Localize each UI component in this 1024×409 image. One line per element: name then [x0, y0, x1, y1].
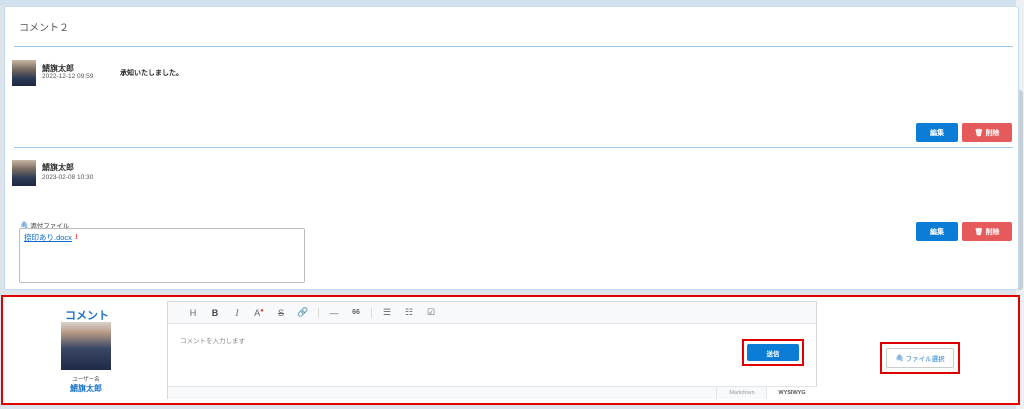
editor-toolbar: H B I A● S 🔗 — 66 ☰ ☷ ☑	[168, 302, 816, 324]
file-select-label: ファイル選択	[905, 356, 945, 363]
card-title: コメント２	[19, 23, 69, 34]
quote-icon[interactable]: 66	[345, 309, 367, 316]
delete-button[interactable]: 🗑 削除	[962, 222, 1012, 241]
wysiwyg-tab[interactable]: WYSIWYG	[766, 387, 817, 399]
send-button[interactable]: 送信	[747, 344, 799, 361]
comment-form-section: コメント ユーザー名 鯖旗太郎 H B I A● S 🔗 — 66 ☰ ☷ ☑ …	[1, 295, 1020, 405]
comment-input-placeholder[interactable]: コメントを入力します	[180, 335, 245, 345]
comment-date: 2022-12-12 09:59	[42, 73, 94, 80]
attachment-box: 捺印あり.docx ⭳	[19, 228, 305, 283]
trash-icon: 🗑	[974, 129, 984, 137]
comment-avatar	[12, 160, 36, 186]
italic-icon[interactable]: I	[226, 308, 248, 318]
text-color-icon[interactable]: A●	[248, 308, 270, 318]
comment-form-title: コメント	[65, 310, 109, 322]
edit-button[interactable]: 編集	[916, 222, 958, 241]
bullet-list-icon[interactable]: ☰	[376, 307, 398, 318]
delete-label: 削除	[985, 228, 1000, 236]
file-select-highlight: 🖇 ファイル選択	[880, 342, 960, 374]
attachment-file-link[interactable]: 捺印あり.docx	[24, 232, 72, 243]
comment-text: 承知いたしました。	[120, 70, 183, 77]
bold-icon[interactable]: B	[204, 308, 226, 318]
download-icon[interactable]: ⭳	[75, 231, 78, 245]
trash-icon: 🗑	[974, 228, 984, 236]
delete-button[interactable]: 🗑 削除	[962, 123, 1012, 142]
divider	[14, 46, 1013, 47]
send-highlight: 送信	[742, 339, 804, 366]
link-icon[interactable]: 🔗	[292, 307, 314, 318]
horizontal-rule-icon[interactable]: —	[323, 308, 345, 318]
comment-editor[interactable]: H B I A● S 🔗 — 66 ☰ ☷ ☑ コメントを入力します 送信 Ma…	[167, 301, 817, 399]
task-list-icon[interactable]: ☑	[420, 307, 442, 318]
paperclip-icon: 🖇	[895, 355, 904, 362]
editor-mode-bar: Markdown WYSIWYG	[168, 386, 817, 399]
comment-author: 鯖旗太郎	[42, 163, 74, 172]
username: 鯖旗太郎	[70, 384, 102, 393]
divider	[14, 147, 1013, 148]
strikethrough-icon[interactable]: S	[270, 308, 292, 318]
markdown-tab[interactable]: Markdown	[716, 387, 767, 399]
delete-label: 削除	[985, 129, 1000, 137]
comments-card: コメント２ 鯖旗太郎 2022-12-12 09:59 承知いたしました。 編集…	[4, 6, 1019, 290]
file-select-button[interactable]: 🖇 ファイル選択	[886, 348, 954, 368]
top-strip	[0, 0, 1024, 5]
heading-icon[interactable]: H	[182, 308, 204, 318]
edit-button[interactable]: 編集	[916, 123, 958, 142]
ordered-list-icon[interactable]: ☷	[398, 307, 420, 318]
username-label: ユーザー名	[72, 377, 100, 383]
comment-date: 2023-02-08 10:30	[42, 174, 94, 181]
user-avatar	[61, 322, 111, 370]
toolbar-separator	[371, 307, 372, 318]
toolbar-separator	[318, 307, 319, 318]
comment-avatar	[12, 60, 36, 86]
